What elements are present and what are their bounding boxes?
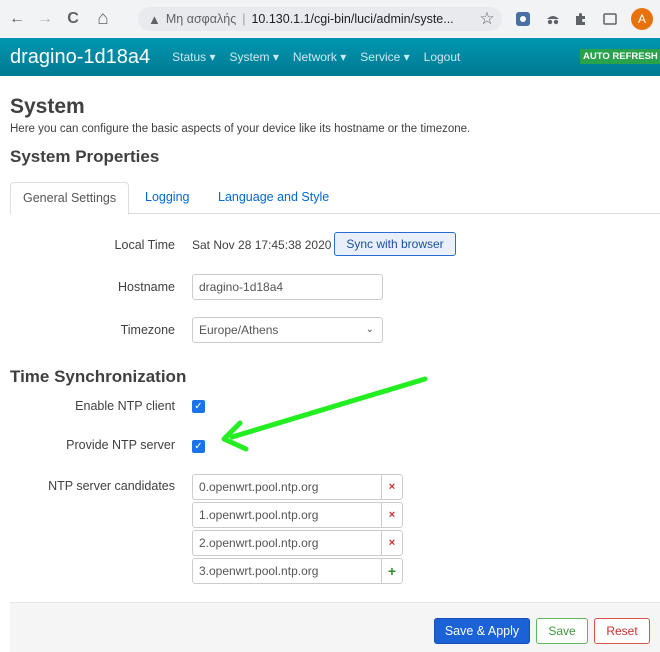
provide-ntp-server-label: Provide NTP server bbox=[66, 438, 175, 452]
hostname-label: Hostname bbox=[118, 280, 175, 294]
browser-toolbar: ← → C ⌂ ▲ Μη ασφαλής | 10.130.1.1/cgi-bi… bbox=[0, 0, 660, 38]
save-button[interactable]: Save bbox=[536, 618, 588, 644]
tab-language-and-style[interactable]: Language and Style bbox=[206, 182, 341, 214]
ntp-server-input-3[interactable]: 3.openwrt.pool.ntp.org bbox=[192, 558, 382, 584]
ntp-server-input-1[interactable]: 1.openwrt.pool.ntp.org bbox=[192, 502, 382, 528]
url-text[interactable]: 10.130.1.1/cgi-bin/luci/admin/syste... bbox=[251, 12, 453, 26]
tab-general-settings[interactable]: General Settings bbox=[10, 182, 130, 215]
reload-icon[interactable]: C bbox=[62, 8, 84, 30]
page-heading: System Here you can configure the basic … bbox=[10, 95, 660, 167]
time-sync-title: Time Synchronization bbox=[10, 367, 187, 386]
remove-ntp-server-1-button[interactable]: × bbox=[381, 502, 403, 528]
menu-service[interactable]: Service ▾ bbox=[360, 50, 409, 64]
home-icon[interactable]: ⌂ bbox=[92, 8, 114, 30]
luci-header-bar: dragino-1d18a4 Status ▾ System ▾ Network… bbox=[0, 38, 660, 76]
security-label[interactable]: Μη ασφαλής bbox=[166, 12, 236, 26]
address-bar[interactable]: ▲ Μη ασφαλής | 10.130.1.1/cgi-bin/luci/a… bbox=[138, 7, 502, 31]
ntp-server-input-2[interactable]: 2.openwrt.pool.ntp.org bbox=[192, 530, 382, 556]
sync-with-browser-button[interactable]: Sync with browser bbox=[334, 232, 456, 256]
local-time-value: Sat Nov 28 17:45:38 2020 bbox=[192, 238, 332, 252]
cast-icon[interactable] bbox=[600, 9, 620, 29]
enable-ntp-client-label: Enable NTP client bbox=[75, 399, 175, 413]
remove-ntp-server-0-button[interactable]: × bbox=[381, 474, 403, 500]
back-arrow-icon[interactable]: ← bbox=[6, 8, 28, 30]
forward-arrow-icon[interactable]: → bbox=[34, 8, 56, 30]
timezone-label: Timezone bbox=[120, 323, 175, 337]
timezone-select[interactable]: Europe/Athens ⌄ bbox=[192, 317, 383, 343]
profile-avatar[interactable]: A bbox=[631, 8, 653, 30]
enable-ntp-client-checkbox[interactable]: ✓ bbox=[192, 400, 205, 413]
add-ntp-server-button[interactable]: + bbox=[381, 558, 403, 584]
system-properties-title: System Properties bbox=[10, 147, 160, 166]
annotation-arrow-icon bbox=[221, 376, 428, 452]
address-separator: | bbox=[242, 12, 246, 26]
save-and-apply-button[interactable]: Save & Apply bbox=[434, 618, 530, 644]
local-time-label: Local Time bbox=[114, 238, 175, 252]
reset-button[interactable]: Reset bbox=[594, 618, 650, 644]
device-hostname-brand[interactable]: dragino-1d18a4 bbox=[10, 46, 150, 69]
bookmark-star-icon[interactable]: ☆ bbox=[477, 9, 497, 29]
remove-ntp-server-2-button[interactable]: × bbox=[381, 530, 403, 556]
menu-network[interactable]: Network ▾ bbox=[293, 50, 346, 64]
page-description: Here you can configure the basic aspects… bbox=[10, 123, 471, 135]
page-title: System bbox=[10, 95, 85, 118]
ntp-server-input-0[interactable]: 0.openwrt.pool.ntp.org bbox=[192, 474, 382, 500]
timezone-selected-value: Europe/Athens bbox=[199, 323, 279, 337]
auto-refresh-toggle[interactable]: AUTO REFRESH O bbox=[580, 49, 660, 64]
chevron-down-icon: ⌄ bbox=[365, 324, 374, 335]
settings-tabs: General Settings Logging Language and St… bbox=[10, 182, 660, 215]
extension-puzzle-app-icon[interactable] bbox=[513, 9, 533, 29]
provide-ntp-server-checkbox[interactable]: ✓ bbox=[192, 440, 205, 453]
extensions-puzzle-icon[interactable] bbox=[571, 9, 591, 29]
menu-system[interactable]: System ▾ bbox=[230, 50, 279, 64]
tab-logging[interactable]: Logging bbox=[133, 182, 202, 214]
ntp-candidates-label: NTP server candidates bbox=[48, 479, 175, 493]
hostname-input[interactable]: dragino-1d18a4 bbox=[192, 274, 383, 300]
incognito-icon[interactable] bbox=[543, 9, 563, 29]
warning-icon[interactable]: ▲ bbox=[148, 12, 161, 27]
main-menu: Status ▾ System ▾ Network ▾ Service ▾ Lo… bbox=[172, 50, 474, 64]
menu-status[interactable]: Status ▾ bbox=[172, 50, 215, 64]
menu-logout[interactable]: Logout bbox=[424, 50, 461, 64]
